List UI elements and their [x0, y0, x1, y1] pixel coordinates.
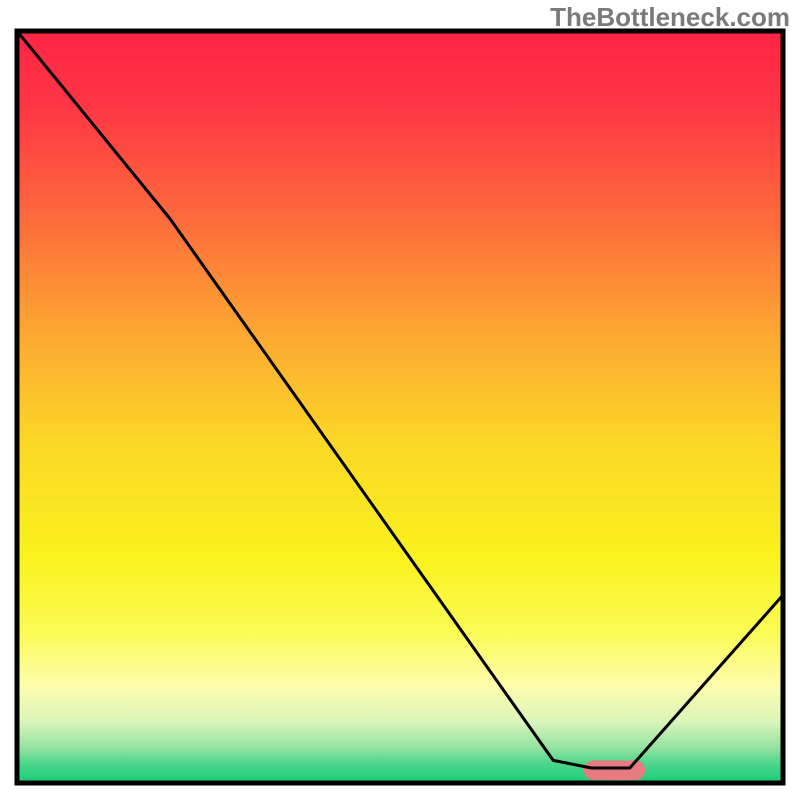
chart-frame: TheBottleneck.com — [0, 0, 800, 800]
bottleneck-chart — [0, 0, 800, 800]
plot-background — [17, 31, 783, 783]
optimal-range-marker — [584, 760, 645, 780]
